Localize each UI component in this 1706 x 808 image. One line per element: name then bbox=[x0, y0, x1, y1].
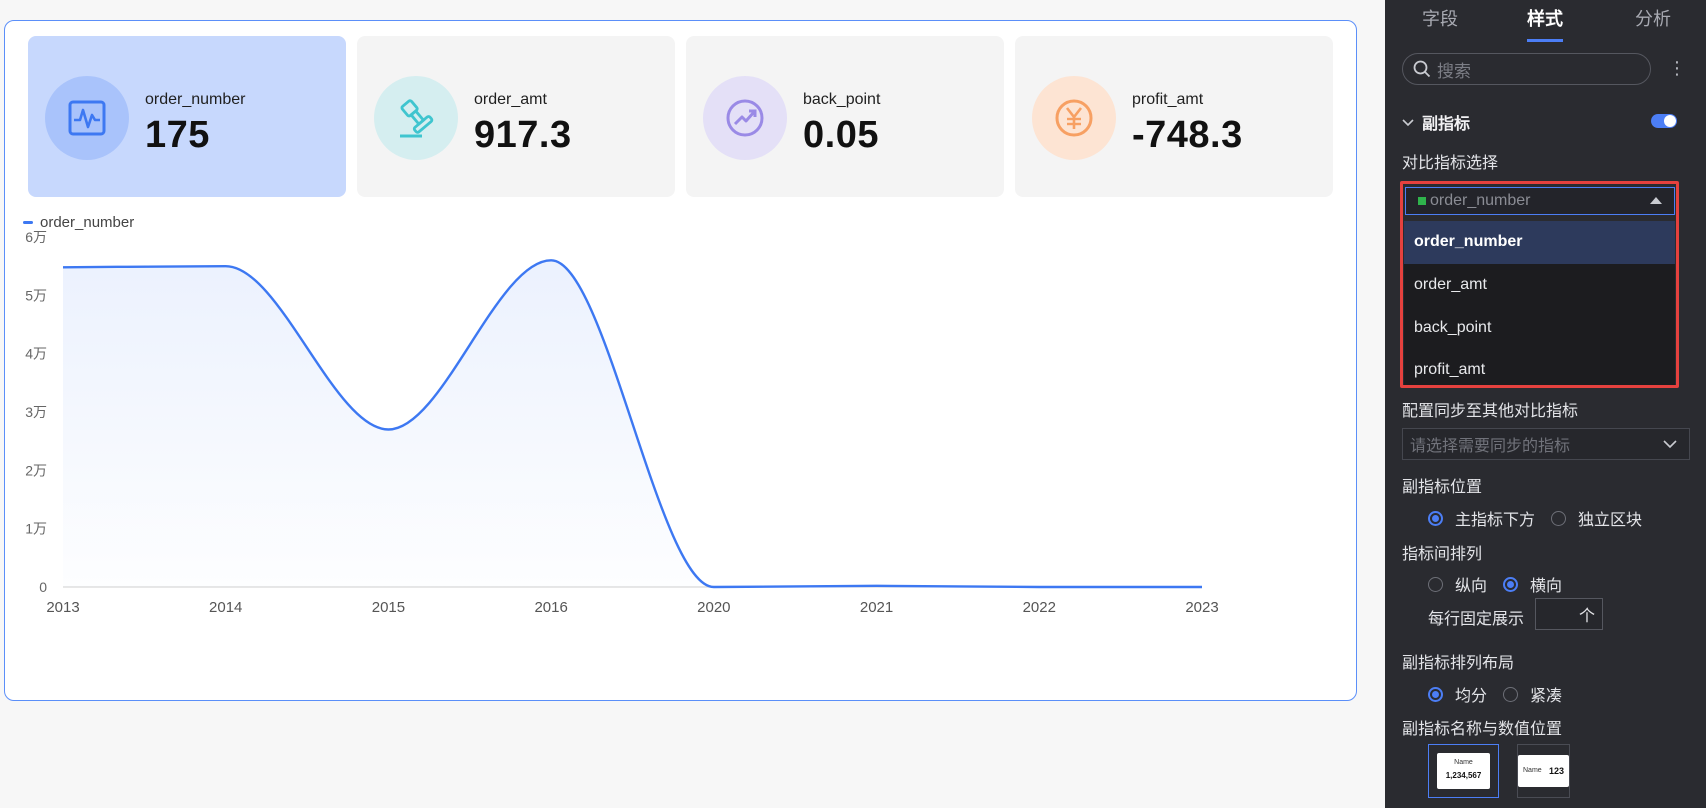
search-icon bbox=[1413, 60, 1431, 78]
chevron-down-icon bbox=[1402, 115, 1414, 130]
kpi-name: profit_amt bbox=[1132, 91, 1204, 108]
arrange-radio-group: 纵向 横向 bbox=[1428, 572, 1562, 596]
layout-label: 副指标排列布局 bbox=[1402, 655, 1515, 672]
section-title: 副指标 bbox=[1422, 116, 1471, 133]
preview-name: Name bbox=[1523, 767, 1542, 774]
search-input[interactable]: 搜索 bbox=[1402, 53, 1651, 85]
radio-compact[interactable] bbox=[1503, 686, 1519, 702]
radio-below-main[interactable] bbox=[1428, 510, 1443, 526]
radio-horizontal[interactable] bbox=[1503, 576, 1519, 592]
sync-metric-select[interactable]: 请选择需要同步的指标 bbox=[1402, 428, 1690, 460]
chart-legend[interactable]: order_number bbox=[23, 214, 134, 231]
kpi-card-back-point[interactable]: back_point 0.05 bbox=[686, 36, 1004, 197]
option-profit-amt[interactable]: profit_amt bbox=[1404, 349, 1675, 392]
radio-vertical[interactable] bbox=[1428, 576, 1443, 592]
dropdown-options: order_number order_amt back_point profit… bbox=[1404, 221, 1675, 385]
y-tick-label: 6万 bbox=[25, 229, 47, 245]
preview-value: 123 bbox=[1549, 766, 1565, 776]
search-placeholder: 搜索 bbox=[1437, 61, 1471, 81]
radio-label: 紧凑 bbox=[1530, 688, 1563, 705]
preview-value: 1,234,567 bbox=[1445, 771, 1482, 780]
selected-metric: order_number bbox=[1430, 192, 1531, 209]
metric-card-widget[interactable]: order_number 175 order_amt 917.3 back_po… bbox=[4, 20, 1357, 701]
compare-metric-dropdown: order_number order_number order_amt back… bbox=[1400, 181, 1679, 388]
compare-metric-select[interactable]: order_number bbox=[1405, 187, 1675, 215]
name-value-label: 副指标名称与数值位置 bbox=[1402, 721, 1563, 738]
kpi-name: order_number bbox=[145, 91, 246, 108]
radio-label: 主指标下方 bbox=[1455, 512, 1536, 529]
style-panel: 字段 样式 分析 搜索 ⋮ 副指标 对比指标选择 order_number or… bbox=[1385, 0, 1706, 808]
y-tick-label: 2万 bbox=[25, 462, 47, 478]
preview-stacked[interactable]: Name 1,234,567 bbox=[1428, 744, 1499, 798]
stamp-icon bbox=[374, 76, 458, 160]
compare-metric-label: 对比指标选择 bbox=[1402, 155, 1499, 172]
kpi-value: 0.05 bbox=[803, 114, 879, 156]
x-tick-label: 2014 bbox=[209, 599, 242, 616]
kpi-card-order-amt[interactable]: order_amt 917.3 bbox=[357, 36, 675, 197]
preview-stacked-box: Name 1,234,567 bbox=[1437, 753, 1490, 789]
radio-separate-block[interactable] bbox=[1551, 510, 1567, 526]
kpi-value: 175 bbox=[145, 114, 210, 156]
legend-swatch bbox=[23, 221, 33, 224]
radio-label: 纵向 bbox=[1455, 578, 1488, 595]
position-label: 副指标位置 bbox=[1402, 479, 1483, 496]
x-tick-label: 2016 bbox=[534, 599, 567, 616]
per-row-unit: 个 bbox=[1578, 608, 1595, 625]
tab-style[interactable]: 样式 bbox=[1527, 5, 1563, 31]
section-header-sub-metric[interactable]: 副指标 bbox=[1402, 110, 1470, 134]
x-tick-label: 2022 bbox=[1023, 599, 1056, 616]
active-tab-indicator bbox=[1527, 39, 1563, 42]
option-order-number[interactable]: order_number bbox=[1404, 221, 1675, 264]
yen-icon bbox=[1032, 76, 1116, 160]
radio-label: 横向 bbox=[1530, 578, 1563, 595]
more-options-icon[interactable]: ⋮ bbox=[1668, 58, 1686, 78]
panel-tabs: 字段 样式 分析 bbox=[1385, 0, 1706, 42]
kpi-value: 917.3 bbox=[474, 114, 572, 156]
position-radio-group: 主指标下方 独立区块 bbox=[1428, 506, 1642, 530]
y-tick-label: 4万 bbox=[25, 346, 47, 362]
series-area bbox=[63, 260, 1202, 587]
preview-inline-box: Name 123 bbox=[1518, 755, 1569, 787]
option-back-point[interactable]: back_point bbox=[1404, 306, 1675, 349]
chevron-down-icon bbox=[1663, 438, 1677, 452]
y-tick-label: 5万 bbox=[25, 287, 47, 303]
layout-radio-group: 均分 紧凑 bbox=[1428, 682, 1562, 706]
kpi-card-order-number[interactable]: order_number 175 bbox=[28, 36, 346, 197]
kpi-name: back_point bbox=[803, 91, 881, 108]
x-tick-label: 2021 bbox=[860, 599, 893, 616]
option-order-amt[interactable]: order_amt bbox=[1404, 264, 1675, 307]
toggle-knob bbox=[1664, 115, 1676, 127]
tab-fields[interactable]: 字段 bbox=[1422, 5, 1458, 31]
x-tick-label: 2023 bbox=[1185, 599, 1218, 616]
y-tick-label: 0 bbox=[39, 579, 47, 595]
per-row-stepper[interactable]: 个 bbox=[1535, 598, 1603, 630]
radio-label: 独立区块 bbox=[1578, 512, 1643, 529]
preview-inline[interactable]: Name 123 bbox=[1517, 744, 1570, 798]
legend-label: order_number bbox=[40, 214, 135, 231]
per-row-label: 每行固定展示 bbox=[1428, 611, 1525, 628]
trend-up-icon bbox=[703, 76, 787, 160]
kpi-value: -748.3 bbox=[1132, 114, 1243, 156]
caret-up-icon bbox=[1650, 197, 1662, 204]
preview-name: Name bbox=[1454, 759, 1473, 766]
y-tick-label: 3万 bbox=[25, 404, 47, 420]
sync-label: 配置同步至其他对比指标 bbox=[1402, 403, 1579, 420]
kpi-card-profit-amt[interactable]: profit_amt -748.3 bbox=[1015, 36, 1333, 197]
kpi-name: order_amt bbox=[474, 91, 547, 108]
pulse-icon bbox=[45, 76, 129, 160]
series-color-dot bbox=[1418, 197, 1426, 205]
y-tick-label: 1万 bbox=[25, 521, 47, 537]
sub-metric-toggle[interactable] bbox=[1651, 114, 1677, 128]
arrange-label: 指标间排列 bbox=[1402, 546, 1483, 563]
radio-label: 均分 bbox=[1455, 688, 1488, 705]
series-line bbox=[62, 259, 1202, 589]
radio-even[interactable] bbox=[1428, 686, 1443, 702]
x-tick-label: 2013 bbox=[46, 599, 79, 616]
tab-analysis[interactable]: 分析 bbox=[1635, 5, 1671, 31]
x-tick-label: 2020 bbox=[697, 599, 730, 616]
x-tick-label: 2015 bbox=[372, 599, 405, 616]
sync-placeholder: 请选择需要同步的指标 bbox=[1410, 438, 1571, 455]
